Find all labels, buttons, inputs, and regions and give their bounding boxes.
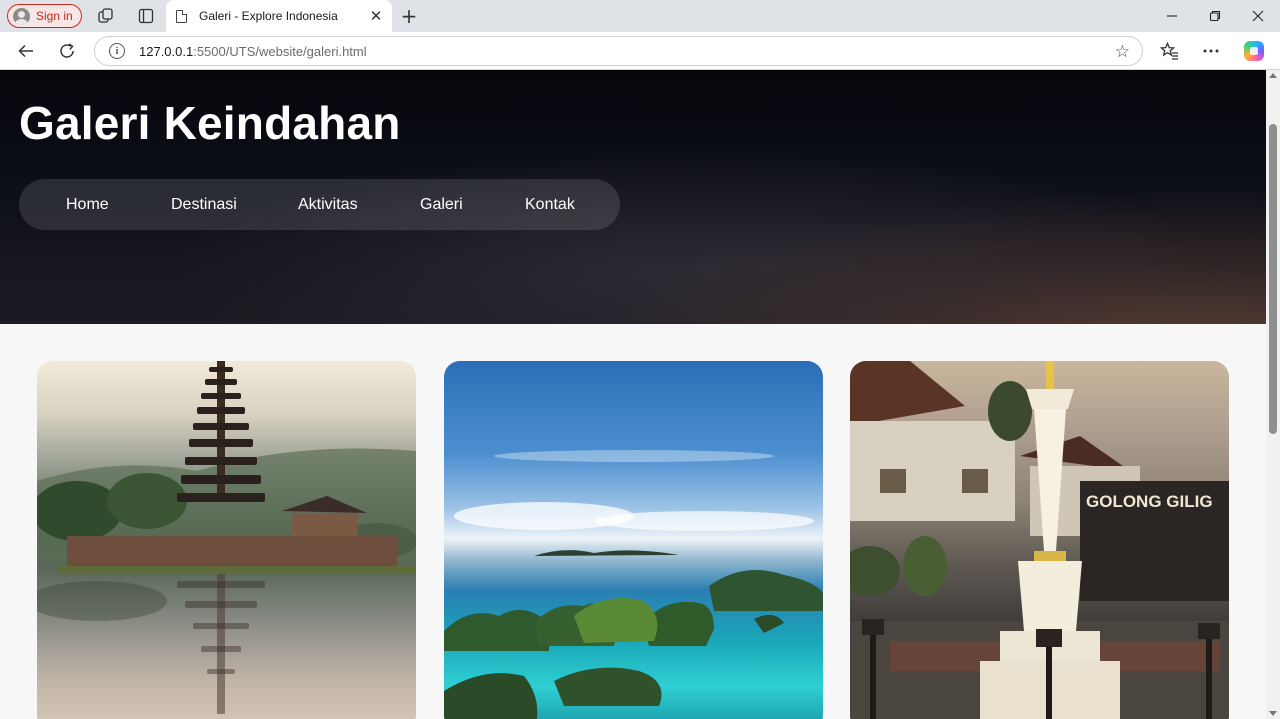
- browser-toolbar: i 127.0.0.1:5500/UTS/website/galeri.html…: [0, 32, 1280, 70]
- nav-link-home[interactable]: Home: [66, 179, 109, 230]
- site-info-icon[interactable]: i: [109, 43, 125, 59]
- back-arrow-icon[interactable]: [15, 40, 37, 62]
- refresh-icon[interactable]: [56, 40, 78, 62]
- browser-tab-strip: Sign in Galeri - Explore Indonesia ✕ +: [0, 0, 1280, 32]
- favorite-star-icon[interactable]: ☆: [1115, 42, 1130, 62]
- close-tab-icon[interactable]: ✕: [366, 6, 386, 26]
- page-scrollbar[interactable]: [1266, 70, 1280, 719]
- scrollbar-thumb[interactable]: [1269, 124, 1277, 434]
- close-window-button[interactable]: [1236, 0, 1280, 32]
- golong-gilig-sign-text: GOLONG GILIG: [1086, 492, 1213, 511]
- favorites-list-icon[interactable]: [1158, 40, 1180, 62]
- more-options-icon[interactable]: [1200, 40, 1222, 62]
- address-bar[interactable]: i 127.0.0.1:5500/UTS/website/galeri.html…: [94, 36, 1143, 66]
- restore-window-button[interactable]: [1193, 0, 1237, 32]
- page-title: Galeri Keindahan: [19, 97, 401, 149]
- page-viewport: Galeri Keindahan Home Destinasi Aktivita…: [0, 70, 1266, 719]
- vertical-tabs-icon[interactable]: [136, 6, 156, 26]
- nav-link-aktivitas[interactable]: Aktivitas: [298, 179, 358, 230]
- hero-header: Galeri Keindahan Home Destinasi Aktivita…: [0, 70, 1266, 324]
- nav-link-galeri[interactable]: Galeri: [420, 179, 463, 230]
- scroll-down-arrow-icon[interactable]: [1269, 711, 1277, 716]
- gallery-image-raja-ampat[interactable]: [444, 361, 823, 719]
- profile-avatar-icon: [13, 7, 30, 25]
- url-path: :5500/UTS/website/galeri.html: [193, 43, 367, 59]
- sign-in-button[interactable]: Sign in: [7, 4, 82, 28]
- tab-title: Galeri - Explore Indonesia: [199, 9, 338, 23]
- nav-link-kontak[interactable]: Kontak: [525, 179, 575, 230]
- gallery-image-tugu-jogja[interactable]: GOLONG GILIG: [850, 361, 1229, 719]
- new-tab-plus-icon[interactable]: +: [398, 4, 420, 28]
- url-host: 127.0.0.1: [139, 43, 194, 59]
- main-nav: Home Destinasi Aktivitas Galeri Kontak: [19, 179, 620, 230]
- sign-in-label: Sign in: [36, 9, 73, 23]
- workspaces-icon[interactable]: [96, 6, 116, 26]
- tab-galeri[interactable]: Galeri - Explore Indonesia ✕: [166, 0, 392, 32]
- copilot-icon[interactable]: [1244, 41, 1264, 61]
- page-document-icon: [176, 9, 187, 23]
- nav-link-destinasi[interactable]: Destinasi: [171, 179, 237, 230]
- url-text: 127.0.0.1:5500/UTS/website/galeri.html: [139, 44, 367, 59]
- scroll-up-arrow-icon[interactable]: [1269, 73, 1277, 78]
- minimize-window-button[interactable]: [1150, 0, 1194, 32]
- gallery-image-bali-temple[interactable]: [37, 361, 416, 719]
